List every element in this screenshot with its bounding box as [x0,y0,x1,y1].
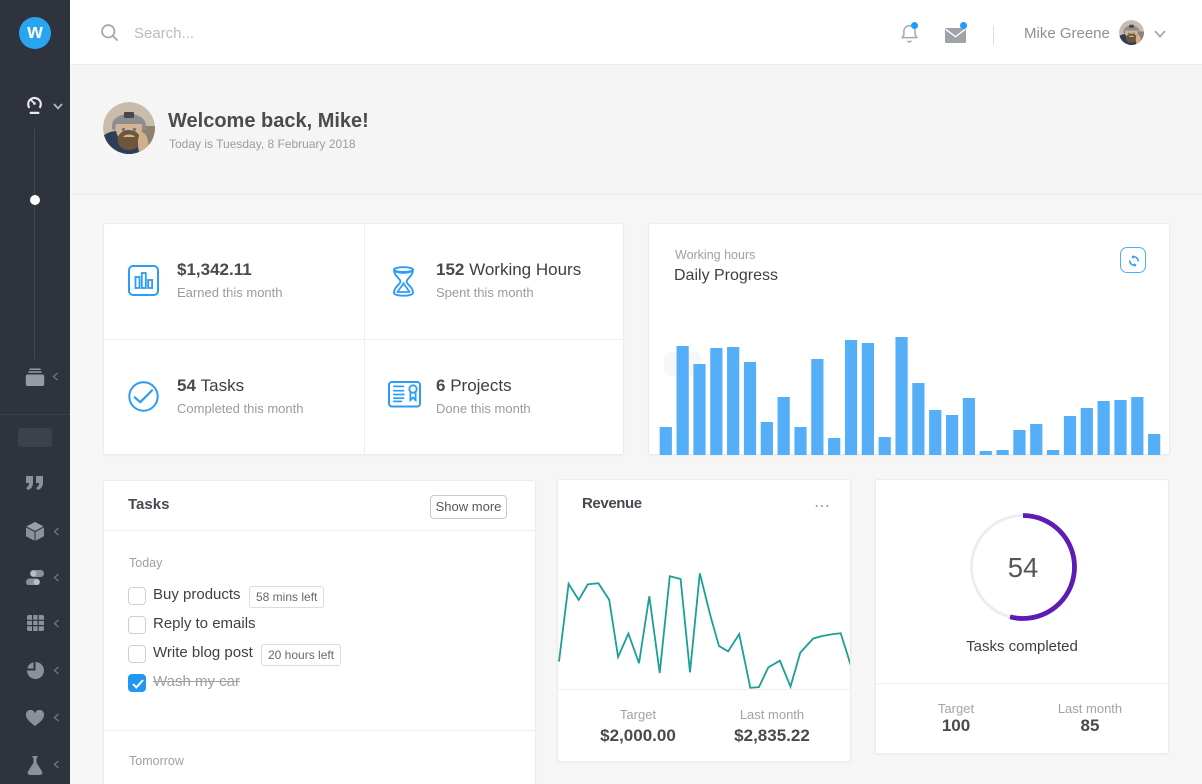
svg-text:54: 54 [1008,552,1039,583]
